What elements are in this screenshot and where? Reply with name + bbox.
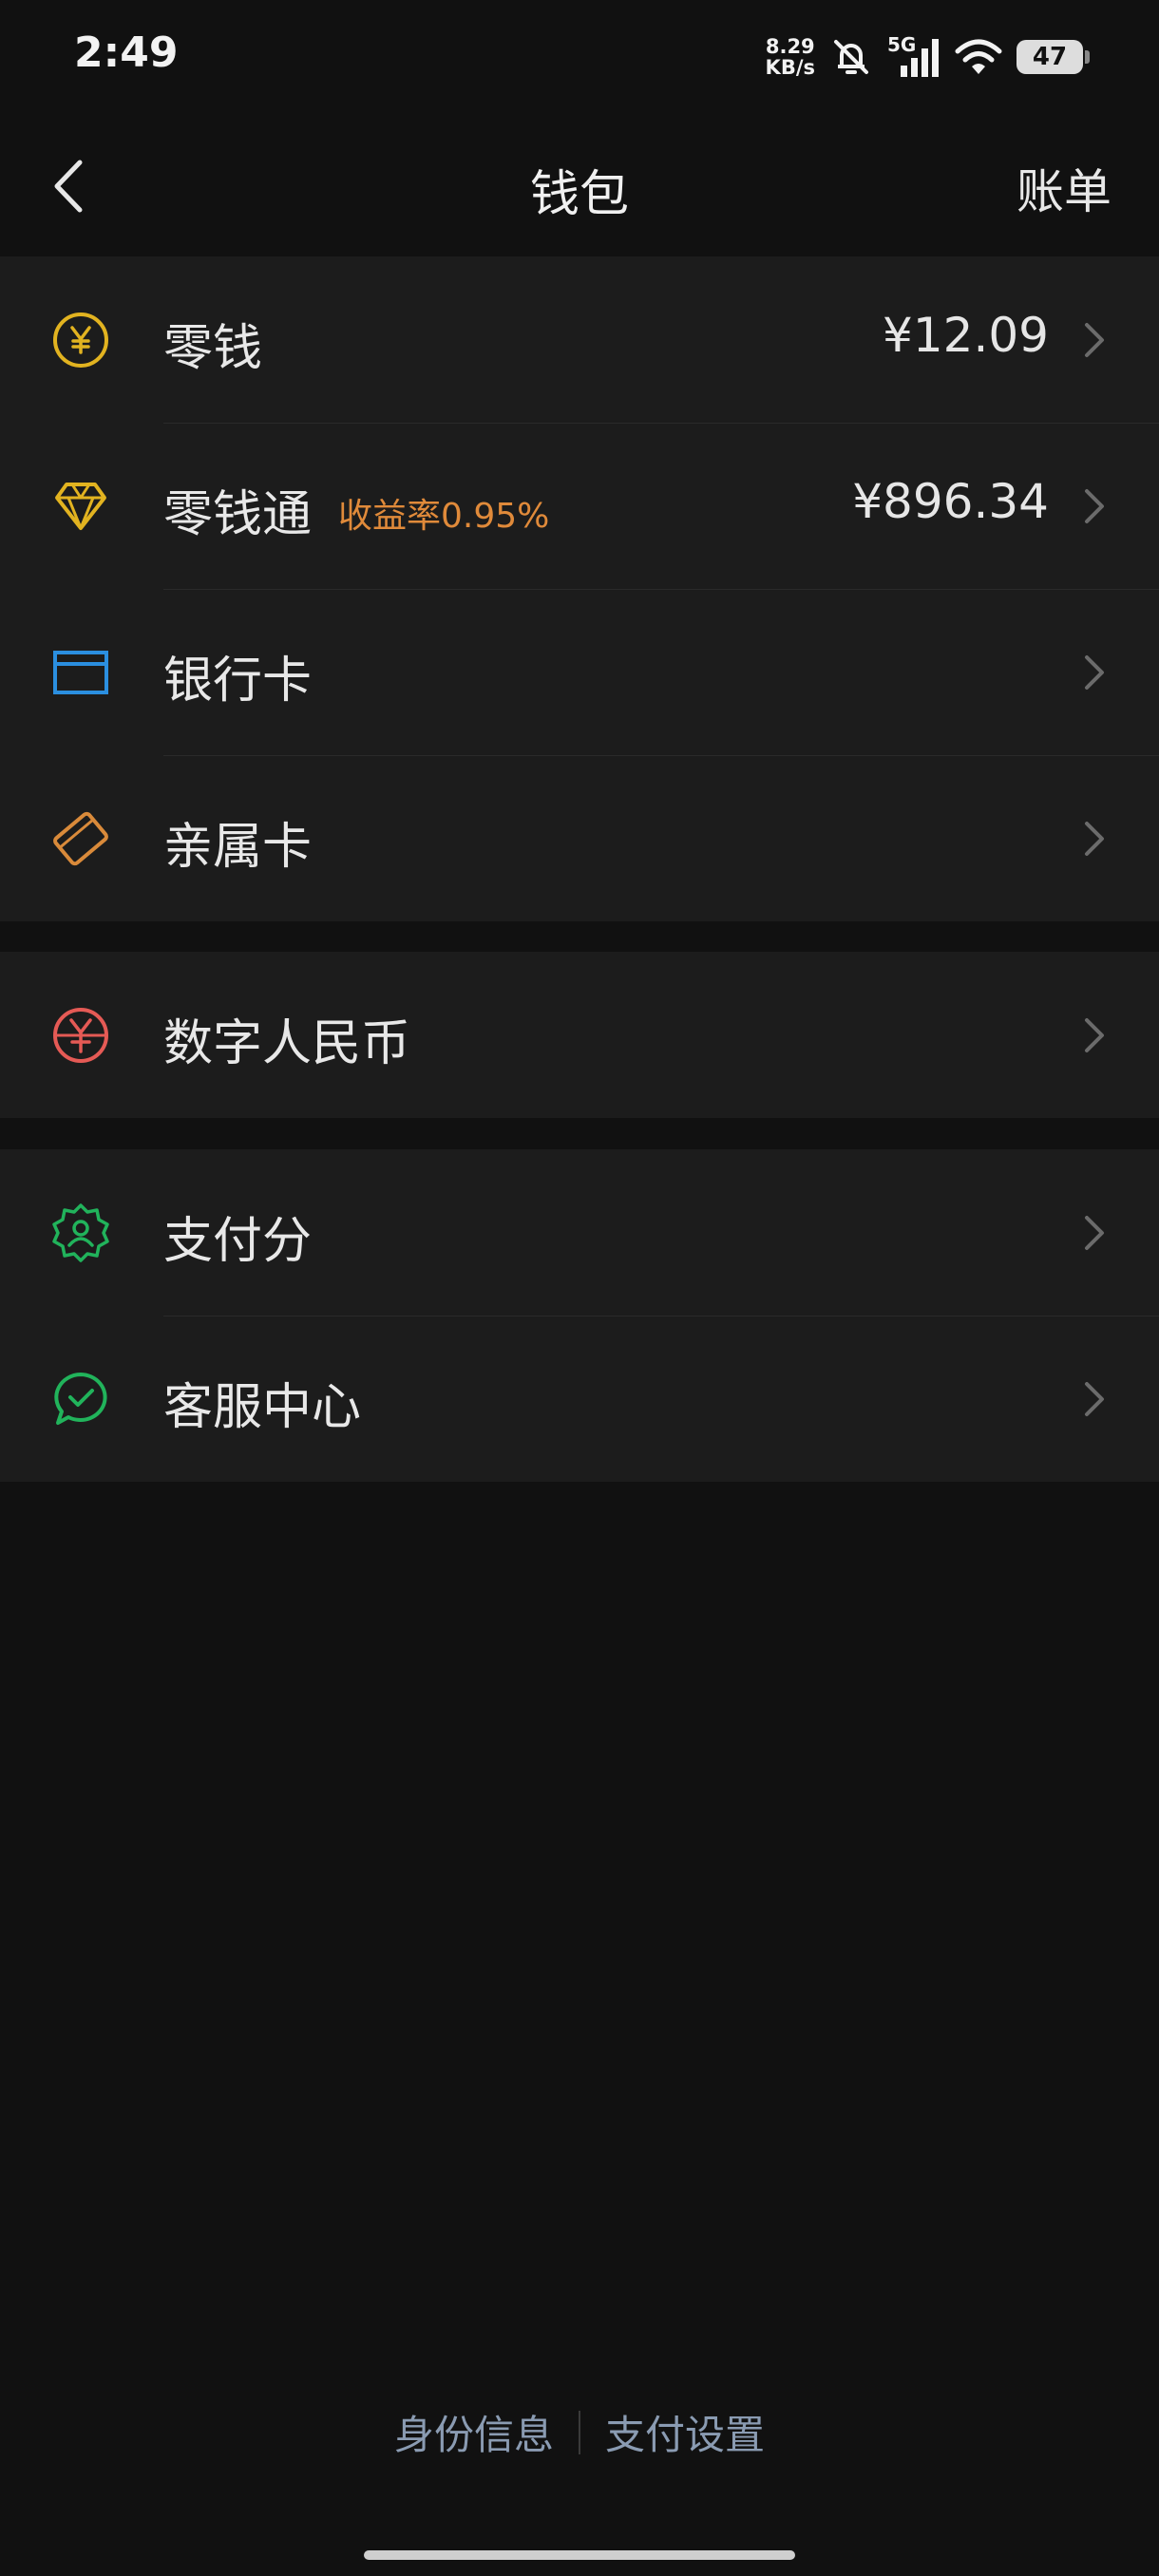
page-title: 钱包 (529, 166, 629, 223)
yield-badge: 收益率0.95% (338, 497, 550, 536)
chevron-right-icon (1085, 1018, 1104, 1052)
chevron-right-icon (1085, 323, 1104, 357)
list-item-change[interactable]: 零钱 ¥12.09 (0, 256, 1159, 423)
item-label: 亲属卡 (163, 819, 313, 876)
wallet-group-services: 支付分 客服中心 (0, 1149, 1159, 1482)
item-label: 零钱 (163, 320, 263, 377)
pay-score-icon (52, 1203, 109, 1262)
item-label-text: 零钱通 (163, 486, 313, 543)
list-item-lingqiantong[interactable]: 零钱通 收益率0.95% ¥896.34 (0, 423, 1159, 589)
item-label: 银行卡 (163, 653, 313, 710)
chevron-right-icon (1085, 655, 1104, 690)
list-item-digital-rmb[interactable]: 数字人民币 (0, 952, 1159, 1118)
item-value: ¥896.34 (852, 474, 1049, 529)
back-button[interactable] (34, 150, 101, 222)
customer-service-icon (54, 1373, 107, 1425)
footer-links: 身份信息 支付设置 (0, 2403, 1159, 2461)
wallet-group-digital: 数字人民币 (0, 952, 1159, 1118)
item-label: 客服中心 (163, 1379, 362, 1436)
chevron-right-icon (1085, 1216, 1104, 1250)
digital-rmb-icon (53, 1008, 108, 1063)
chevron-right-icon (1085, 822, 1104, 856)
chevron-right-icon (1085, 1382, 1104, 1416)
identity-info-link[interactable]: 身份信息 (394, 2403, 554, 2461)
family-card-icon (53, 811, 108, 866)
status-icons: 8.29 KB/s 5G 47 (766, 28, 1090, 85)
item-value: ¥12.09 (883, 308, 1049, 363)
chevron-left-icon (54, 160, 83, 213)
status-time: 2:49 (74, 28, 179, 77)
network-speed-unit: KB/s (765, 56, 815, 79)
chevron-right-icon (1085, 489, 1104, 523)
bell-muted-icon (834, 40, 868, 74)
battery-icon: 47 (1016, 40, 1090, 74)
list-item-bank-card[interactable]: 银行卡 (0, 589, 1159, 755)
wallet-group-funds: 零钱 ¥12.09 零钱通 收益率0.95% ¥896.34 银行卡 亲属卡 (0, 256, 1159, 921)
nav-bar: 钱包 账单 (0, 114, 1159, 256)
network-speed: 8.29 KB/s (766, 36, 815, 78)
battery-level: 47 (1032, 43, 1068, 71)
footer-divider (579, 2410, 580, 2454)
bank-card-icon (53, 651, 108, 694)
cell-signal-icon (901, 39, 939, 77)
signal-5g: 5G (887, 33, 940, 81)
network-speed-value: 8.29 (765, 35, 815, 58)
home-indicator[interactable] (364, 2550, 795, 2560)
list-item-pay-score[interactable]: 支付分 (0, 1149, 1159, 1316)
list-item-family-card[interactable]: 亲属卡 (0, 755, 1159, 921)
yuan-coin-icon (53, 313, 108, 368)
status-bar: 2:49 8.29 KB/s 5G 47 (0, 0, 1159, 114)
item-label: 数字人民币 (163, 1015, 411, 1072)
list-item-customer-service[interactable]: 客服中心 (0, 1316, 1159, 1482)
diamond-icon (55, 483, 106, 530)
item-label: 支付分 (163, 1213, 313, 1270)
bill-button[interactable]: 账单 (1016, 154, 1112, 222)
item-label: 零钱通 收益率0.95% (163, 474, 549, 545)
wifi-icon (955, 39, 1002, 74)
pay-settings-link[interactable]: 支付设置 (605, 2403, 765, 2461)
